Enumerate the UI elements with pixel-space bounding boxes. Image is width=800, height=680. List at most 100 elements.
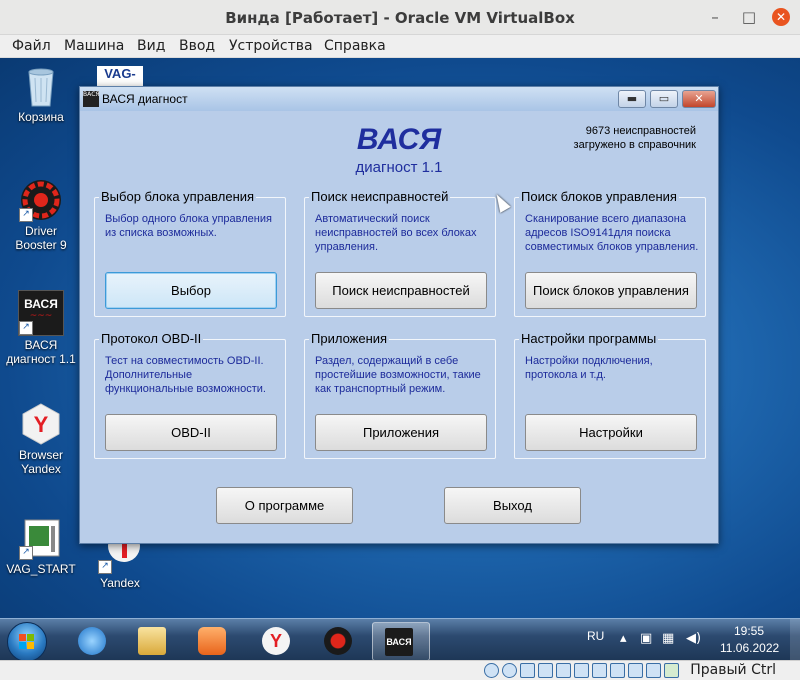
vasya-icon: ВАСЯ bbox=[385, 628, 413, 656]
virtualization-icon[interactable] bbox=[628, 663, 643, 678]
vag-start-icon: ↗ bbox=[19, 516, 63, 560]
optical-drive-icon[interactable] bbox=[502, 663, 517, 678]
vbox-titlebar: Винда [Работает] - Oracle VM VirtualBox … bbox=[0, 0, 800, 35]
taskbar-file-explorer[interactable] bbox=[126, 622, 178, 659]
app-window-icon: ВАСЯ bbox=[83, 91, 99, 107]
hard-disk-icon[interactable] bbox=[484, 663, 499, 678]
network-adapter-icon[interactable] bbox=[538, 663, 553, 678]
taskbar-yandex-browser[interactable]: Y bbox=[250, 622, 302, 659]
app-maximize-button[interactable]: ▭ bbox=[650, 90, 678, 108]
menu-input[interactable]: Ввод bbox=[179, 38, 215, 54]
keyboard-capture-icon[interactable] bbox=[664, 663, 679, 678]
media-player-icon bbox=[198, 627, 226, 655]
recycle-bin-icon bbox=[19, 64, 63, 108]
tray-device-icon[interactable]: ▣ bbox=[640, 631, 652, 646]
audio-icon[interactable] bbox=[520, 663, 535, 678]
about-button[interactable]: О программе bbox=[216, 487, 353, 524]
select-button[interactable]: Выбор bbox=[105, 272, 277, 309]
taskbar-driver-booster[interactable] bbox=[312, 622, 364, 659]
desktop-icon-label: VAG_START bbox=[6, 562, 76, 576]
app-minimize-button[interactable]: ▬ bbox=[618, 90, 646, 108]
yandex-browser-icon: Y bbox=[19, 402, 63, 446]
fault-search-button[interactable]: Поиск неисправностей bbox=[315, 272, 487, 309]
exit-button[interactable]: Выход bbox=[444, 487, 581, 524]
group-description: Раздел, содержащий в себе простейшие воз… bbox=[315, 355, 481, 395]
desktop-icon-vag-start[interactable]: ↗ VAG_START bbox=[3, 516, 79, 576]
display-icon[interactable] bbox=[592, 663, 607, 678]
group-title: Поиск неисправностей bbox=[309, 189, 451, 204]
menu-view[interactable]: Вид bbox=[137, 38, 165, 54]
taskbar-media-player[interactable] bbox=[186, 622, 238, 659]
clock-date[interactable]: 11.06.2022 bbox=[720, 641, 779, 655]
taskbar-vasya[interactable]: ВАСЯ bbox=[372, 622, 430, 661]
fault-count-caption: загружено в справочник bbox=[573, 139, 696, 151]
taskbar-internet-explorer[interactable] bbox=[66, 622, 118, 659]
driver-booster-icon bbox=[324, 627, 352, 655]
mouse-integration-icon[interactable] bbox=[646, 663, 661, 678]
tray-show-hidden-icon[interactable]: ▴ bbox=[620, 631, 627, 646]
desktop-icon-driver-booster[interactable]: ↗ Driver Booster 9 bbox=[3, 178, 79, 252]
show-desktop-button[interactable] bbox=[790, 619, 800, 661]
recording-icon[interactable] bbox=[610, 663, 625, 678]
group-module-search: Поиск блоков управления Сканирование все… bbox=[514, 189, 706, 317]
desktop-icon-recycle-bin[interactable]: Корзина bbox=[3, 64, 79, 124]
vasya-icon: ВАСЯ ~~~ ↗ bbox=[18, 290, 64, 336]
group-settings: Настройки программы Настройки подключени… bbox=[514, 331, 706, 459]
network-icon[interactable]: ▦ bbox=[662, 631, 674, 646]
app-titlebar[interactable]: ВАСЯ ВАСЯ диагност ▬ ▭ ✕ bbox=[80, 87, 718, 111]
start-button[interactable] bbox=[7, 622, 47, 662]
partial-desktop-icon: VAG- bbox=[97, 66, 143, 88]
desktop-icon-vasya[interactable]: ВАСЯ ~~~ ↗ ВАСЯ диагност 1.1 bbox=[3, 290, 79, 366]
usb-icon[interactable] bbox=[556, 663, 571, 678]
settings-button[interactable]: Настройки bbox=[525, 414, 697, 451]
desktop-icon-yandex-browser[interactable]: Y Browser Yandex bbox=[3, 402, 79, 476]
desktop-icon-label: Yandex bbox=[100, 576, 140, 590]
volume-icon[interactable]: ◀) bbox=[686, 631, 701, 646]
shortcut-arrow-icon: ↗ bbox=[98, 560, 112, 574]
internet-explorer-icon bbox=[78, 627, 106, 655]
module-search-button[interactable]: Поиск блоков управления bbox=[525, 272, 697, 309]
group-title: Выбор блока управления bbox=[99, 189, 257, 204]
language-indicator[interactable]: RU bbox=[587, 629, 604, 643]
applications-button[interactable]: Приложения bbox=[315, 414, 487, 451]
vbox-minimize-button[interactable]: – bbox=[706, 8, 724, 26]
shared-folders-icon[interactable] bbox=[574, 663, 589, 678]
shortcut-arrow-icon: ↗ bbox=[19, 546, 33, 560]
vbox-maximize-button[interactable]: □ bbox=[740, 8, 758, 26]
host-key-label: Правый Ctrl bbox=[690, 662, 776, 678]
group-title: Поиск блоков управления bbox=[519, 189, 679, 204]
shortcut-arrow-icon: ↗ bbox=[19, 321, 33, 335]
app-window: ВАСЯ ВАСЯ диагност ▬ ▭ ✕ ВАСЯ диагност 1… bbox=[79, 86, 719, 544]
group-title: Приложения bbox=[309, 331, 390, 346]
windows-logo-icon bbox=[19, 634, 35, 650]
app-close-button[interactable]: ✕ bbox=[682, 90, 716, 108]
desktop-icon-label: ВАСЯ диагност 1.1 bbox=[6, 338, 76, 366]
file-explorer-icon bbox=[138, 627, 166, 655]
app-body: ВАСЯ диагност 1.1 9673 неисправностей за… bbox=[86, 111, 712, 537]
menu-help[interactable]: Справка bbox=[324, 38, 386, 54]
group-description: Выбор одного блока управления из списка … bbox=[105, 213, 272, 239]
shortcut-arrow-icon: ↗ bbox=[19, 208, 33, 222]
vbox-close-button[interactable]: ✕ bbox=[772, 8, 790, 26]
menu-devices[interactable]: Устройства bbox=[229, 38, 313, 54]
menu-machine[interactable]: Машина bbox=[64, 38, 124, 54]
desktop-icon-label: Browser Yandex bbox=[18, 448, 63, 476]
app-window-title: ВАСЯ диагност bbox=[102, 92, 188, 106]
brand-subtitle: диагност 1.1 bbox=[355, 159, 443, 176]
obd2-button[interactable]: OBD-II bbox=[105, 414, 277, 451]
desktop-icon-label: Корзина bbox=[18, 110, 64, 124]
group-title: Настройки программы bbox=[519, 331, 659, 346]
vbox-statusbar: Правый Ctrl bbox=[0, 660, 800, 680]
group-description: Тест на совместимость OBD-II. Дополнител… bbox=[105, 355, 266, 395]
group-applications: Приложения Раздел, содержащий в себе про… bbox=[304, 331, 496, 459]
group-obd2: Протокол OBD-II Тест на совместимость OB… bbox=[94, 331, 286, 459]
group-description: Автоматический поиск неисправностей во в… bbox=[315, 213, 477, 253]
vbox-menubar: Файл Машина Вид Ввод Устройства Справка bbox=[0, 35, 800, 58]
desktop-icon-label: Driver Booster 9 bbox=[15, 224, 67, 252]
fault-count: 9673 неисправностей bbox=[585, 125, 696, 137]
menu-file[interactable]: Файл bbox=[12, 38, 51, 54]
group-fault-search: Поиск неисправностей Автоматический поис… bbox=[304, 189, 496, 317]
group-title: Протокол OBD-II bbox=[99, 331, 204, 346]
clock-time[interactable]: 19:55 bbox=[734, 624, 764, 638]
taskbar: Y ВАСЯ RU ▴ ▣ ▦ ◀) 19:55 11.06.2022 bbox=[0, 618, 800, 662]
